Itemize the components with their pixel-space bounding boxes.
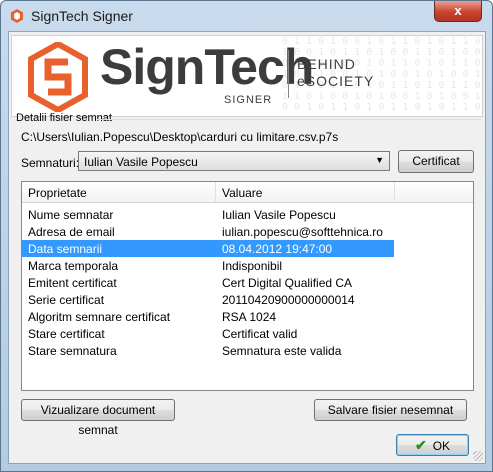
tagline-line1: BEHIND (297, 56, 356, 72)
row-value: Cert Digital Qualified CA (222, 276, 353, 290)
properties-table[interactable]: Proprietate Valuare Nume semnatar Iulian… (21, 181, 474, 391)
row-value: RSA 1024 (222, 310, 277, 324)
table-row[interactable]: Serie certificat 20110420900000000014 (22, 291, 473, 308)
table-row[interactable]: Stare semnatura Semnatura este valida (22, 342, 473, 359)
table-row[interactable]: Emitent certificat Cert Digital Qualifie… (22, 274, 473, 291)
brand-name: SignTech (100, 39, 314, 95)
signtech-banner: 0 1 1 0 1 0 0 1 0 1 1 0 1 0 1 1 0 1 0 0 … (11, 35, 483, 117)
row-property: Nume semnatar (28, 208, 114, 222)
column-separator[interactable] (215, 182, 216, 202)
signer-selected-value: Iulian Vasile Popescu (84, 155, 198, 169)
ok-label: OK (432, 439, 451, 453)
row-value: Iulian Vasile Popescu (222, 208, 336, 222)
table-row-selected[interactable]: Data semnarii 08.04.2012 19:47:00 (22, 240, 394, 257)
row-property: Marca temporala (28, 259, 119, 273)
tagline-line2: eSOCIETY (297, 73, 375, 89)
row-value: iulian.popescu@softtehnica.ro (222, 225, 383, 239)
table-row[interactable]: Marca temporala Indisponibil (22, 257, 473, 274)
certificate-button[interactable]: Certificat (398, 150, 474, 173)
column-header-value[interactable]: Valuare (222, 186, 262, 200)
signer-label: Semnaturi: (21, 156, 80, 170)
row-value: 20110420900000000014 (222, 293, 355, 307)
chevron-down-icon: ▼ (375, 155, 384, 165)
signtech-signer-window: SignTech Signer x 0 1 1 0 1 0 0 1 0 1 1 … (0, 0, 493, 472)
brand-divider (288, 50, 289, 98)
ok-button[interactable]: ✔ OK (396, 434, 469, 456)
row-property: Stare semnatura (28, 344, 117, 358)
row-value: Indisponibil (222, 259, 283, 273)
row-value: Certificat valid (222, 327, 298, 341)
column-header-property[interactable]: Proprietate (28, 186, 87, 200)
table-row[interactable]: Adresa de email iulian.popescu@softtehni… (22, 223, 473, 240)
row-property: Emitent certificat (28, 276, 117, 290)
row-value: 08.04.2012 19:47:00 (222, 242, 333, 256)
signtech-app-icon (11, 9, 23, 23)
details-group-label: Detalii fisier semnat (16, 112, 112, 124)
row-property: Stare certificat (28, 327, 105, 341)
brand-subtitle: SIGNER (224, 94, 273, 106)
signer-dropdown[interactable]: Iulian Vasile Popescu ▼ (78, 151, 390, 171)
row-property: Algoritm semnare certificat (28, 310, 171, 324)
save-unsigned-file-button[interactable]: Salvare fisier nesemnat (314, 399, 467, 421)
dialog-client-area: 0 1 1 0 1 0 0 1 0 1 1 0 1 0 1 1 0 1 0 0 … (8, 31, 486, 464)
row-property: Adresa de email (28, 225, 115, 239)
table-header: Proprietate Valuare (22, 182, 473, 203)
table-row[interactable]: Stare certificat Certificat valid (22, 325, 473, 342)
row-value: Semnatura este valida (222, 344, 342, 358)
signtech-logo-icon (28, 42, 88, 112)
table-row[interactable]: Algoritm semnare certificat RSA 1024 (22, 308, 473, 325)
file-path: C:\Users\Iulian.Popescu\Desktop\carduri … (21, 130, 339, 144)
view-signed-document-button[interactable]: Vizualizare document semnat (21, 399, 175, 437)
window-title: SignTech Signer (31, 8, 133, 24)
row-property: Serie certificat (28, 293, 105, 307)
close-icon: x (454, 3, 462, 18)
group-divider (97, 119, 481, 120)
column-separator[interactable] (394, 182, 395, 202)
close-button[interactable]: x (434, 1, 482, 22)
title-bar[interactable]: SignTech Signer x (1, 1, 492, 31)
resize-grip[interactable] (473, 451, 483, 461)
row-property: Data semnarii (28, 242, 103, 256)
table-row[interactable]: Nume semnatar Iulian Vasile Popescu (22, 206, 473, 223)
checkmark-icon: ✔ (414, 437, 427, 453)
